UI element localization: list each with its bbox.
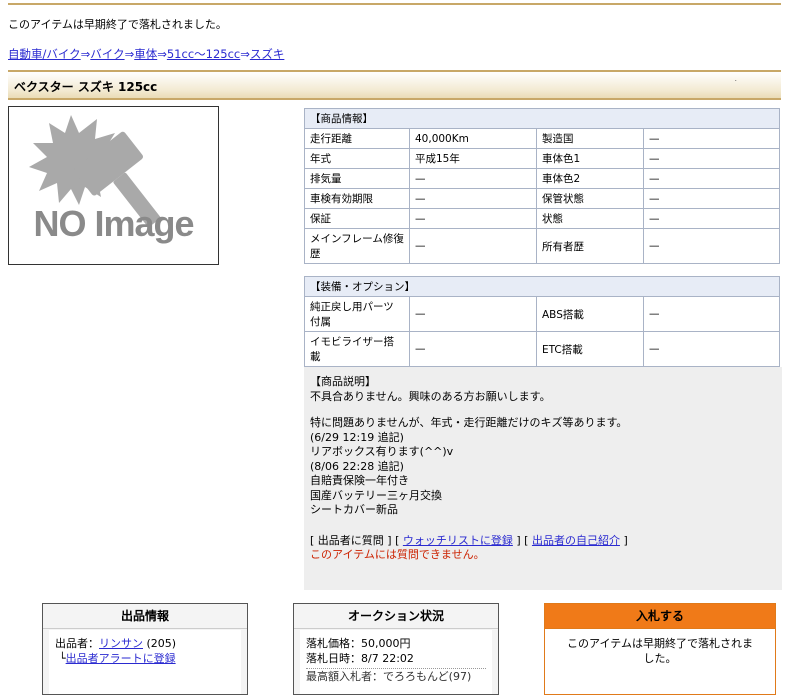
spec-label: 排気量: [304, 168, 410, 189]
ended-notice: このアイテムは早期終了で落札されました。: [8, 18, 227, 31]
item-title-bar: ベクスター スズキ 125cc .: [8, 70, 781, 100]
description-line: 特に問題ありませんが、年式・走行距離だけのキズ等あります。: [310, 416, 628, 429]
spec-value: —: [409, 168, 537, 189]
spec-label: 所有者歴: [536, 228, 644, 264]
end-date-label: 落札日時：: [306, 652, 361, 665]
option-value: —: [643, 331, 780, 367]
seller-alert-link[interactable]: 出品者アラートに登録: [66, 652, 176, 665]
link-separator: ] [: [512, 533, 532, 547]
description-line: 不具合ありません。興味のある方お願いします。: [310, 389, 551, 403]
seller-intro-link[interactable]: 出品者の自己紹介: [532, 534, 620, 547]
description-line: シートカバー新品: [310, 503, 398, 516]
breadcrumb-separator: ⇒: [124, 47, 135, 61]
watchlist-link[interactable]: ウォッチリストに登録: [403, 534, 513, 547]
description-line: 自賠責保険一年付き: [310, 474, 409, 487]
seller-name-link[interactable]: リンサン: [99, 637, 143, 650]
spec-label: 製造国: [536, 128, 644, 149]
option-value: —: [409, 296, 537, 332]
spec-value: 平成15年: [409, 148, 537, 169]
seller-info-title: 出品情報: [43, 604, 247, 629]
breadcrumb: 自動車/バイク⇒バイク⇒車体⇒51cc〜125cc⇒スズキ: [8, 46, 284, 62]
table-row: イモビライザー搭載 — ETC搭載 —: [304, 331, 780, 367]
spec-value: —: [643, 128, 780, 149]
spec-label: 年式: [304, 148, 410, 169]
bid-body: このアイテムは早期終了で落札されました。: [551, 630, 769, 694]
breadcrumb-item-body[interactable]: 車体: [134, 47, 157, 61]
description-line: (8/06 22:28 追記): [310, 459, 404, 473]
breadcrumb-separator: ⇒: [157, 47, 167, 61]
no-image-text: NO Image: [33, 203, 194, 244]
spec-value: 40,000Km: [409, 128, 537, 149]
description-line: (6/29 12:19 追記): [310, 430, 404, 444]
table-row: 純正戻し用パーツ付属 — ABS搭載 —: [304, 296, 780, 332]
top-rule: [8, 3, 781, 5]
breadcrumb-item-suzuki[interactable]: スズキ: [250, 47, 285, 61]
table-row: メインフレーム修復歴 — 所有者歴 —: [304, 228, 780, 264]
spec-value: —: [643, 208, 780, 229]
table-row: 車検有効期限 — 保管状態 —: [304, 188, 780, 209]
spec-label: 保管状態: [536, 188, 644, 209]
description-line: リアボックス有ります(^^)v: [310, 445, 454, 458]
spec-label: 保証: [304, 208, 410, 229]
spec-label: 状態: [536, 208, 644, 229]
table-row: 排気量 — 車体色2 —: [304, 168, 780, 189]
breadcrumb-item-displacement[interactable]: 51cc〜125cc: [167, 47, 240, 61]
spec-value: —: [643, 228, 780, 264]
question-disabled-warning: このアイテムには質問できません。: [310, 548, 485, 561]
breadcrumb-item-vehicles[interactable]: 自動車/バイク: [8, 47, 81, 61]
table-row: 走行距離 40,000Km 製造国 —: [304, 128, 780, 149]
option-value: —: [409, 331, 537, 367]
spec-label: 車体色1: [536, 148, 644, 169]
price-label: 落札価格：: [306, 637, 361, 650]
item-image-placeholder: NO Image: [8, 106, 219, 265]
auction-status-body: 落札価格：50,000円 落札日時：8/7 22:02 最高額入札者：でろろもん…: [300, 630, 492, 694]
spec-label: 車体色2: [536, 168, 644, 189]
description-links: [ 出品者に質問 ] [ ウォッチリストに登録 ] [ 出品者の自己紹介 ]: [310, 534, 776, 549]
table-row: 保証 — 状態 —: [304, 208, 780, 229]
table-row: 年式 平成15年 車体色1 —: [304, 148, 780, 169]
breadcrumb-separator: ⇒: [80, 47, 91, 61]
spec-label: 走行距離: [304, 128, 410, 149]
spec-value: —: [409, 208, 537, 229]
auction-status-title: オークション状況: [294, 604, 498, 629]
bid-title: 入札する: [545, 604, 775, 629]
bid-closed-message: このアイテムは早期終了で落札されました。: [567, 637, 753, 665]
spec-value: —: [643, 148, 780, 169]
option-label: ETC搭載: [536, 331, 644, 367]
description-line: 国産バッテリー三ヶ月交換: [310, 488, 442, 502]
tree-branch-icon: └: [59, 652, 66, 665]
spec-value: —: [409, 188, 537, 209]
title-dot: .: [734, 74, 737, 83]
spec-label: 車検有効期限: [304, 188, 410, 209]
breadcrumb-item-bike[interactable]: バイク: [90, 47, 124, 61]
options-header: 【装備・オプション】: [304, 276, 780, 297]
seller-rating: (205): [146, 637, 177, 650]
product-info-header: 【商品情報】: [304, 108, 780, 129]
spec-value: —: [643, 188, 780, 209]
ask-seller-text: [ 出品者に質問 ] [: [310, 533, 403, 547]
seller-label: 出品者：: [55, 637, 99, 650]
link-separator: ]: [619, 533, 628, 547]
end-date: 8/7 22:02: [361, 652, 414, 665]
option-label: 純正戻し用パーツ付属: [304, 296, 410, 332]
breadcrumb-separator: ⇒: [240, 47, 250, 61]
description-header: 【商品説明】: [310, 375, 376, 388]
spec-value: —: [409, 228, 537, 264]
product-info-table: 【商品情報】 走行距離 40,000Km 製造国 — 年式 平成15年 車体色1…: [304, 108, 780, 264]
option-label: ABS搭載: [536, 296, 644, 332]
seller-info-body: 出品者：リンサン (205) └出品者アラートに登録: [49, 630, 241, 694]
auction-status-box: オークション状況 落札価格：50,000円 落札日時：8/7 22:02 最高額…: [293, 603, 499, 695]
item-description: 【商品説明】 不具合ありません。興味のある方お願いします。 特に問題ありませんが…: [304, 367, 782, 590]
bid-box: 入札する このアイテムは早期終了で落札されました。: [544, 603, 776, 695]
option-label: イモビライザー搭載: [304, 331, 410, 367]
spec-label: メインフレーム修復歴: [304, 228, 410, 264]
option-value: —: [643, 296, 780, 332]
spec-value: —: [643, 168, 780, 189]
seller-info-box: 出品情報 出品者：リンサン (205) └出品者アラートに登録: [42, 603, 248, 695]
page-title: ベクスター スズキ 125cc: [14, 80, 158, 94]
winning-price: 50,000円: [361, 637, 411, 650]
options-table: 【装備・オプション】 純正戻し用パーツ付属 — ABS搭載 — イモビライザー搭…: [304, 276, 780, 367]
